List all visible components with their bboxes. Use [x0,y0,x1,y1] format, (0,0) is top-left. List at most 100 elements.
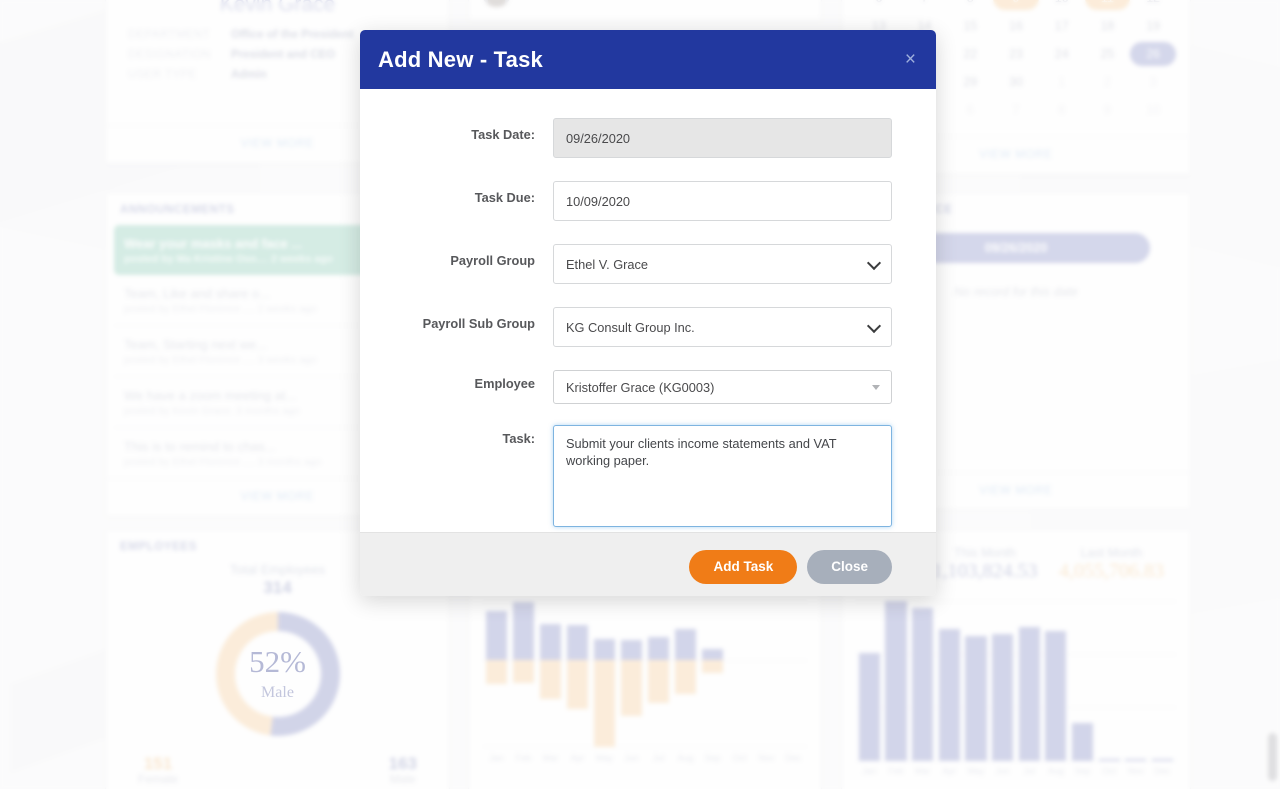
chart-x-tick-label: May [967,766,985,776]
chart-bar [858,601,880,761]
chart-x-tick-label: Mar [914,766,931,776]
chart-bar [1125,601,1147,761]
profile-field-value: Office of the President [231,29,354,41]
donut-label: Male [261,684,294,701]
right-chart-x-axis: Jan Feb Mar Apr May Jun Jul Aug Sep Oct Nov Dec [856,766,1176,776]
calendar-day[interactable]: 26 [1130,42,1176,66]
task-date-label: Task Date: [471,127,535,142]
chart-x-tick-label: Aug [677,753,694,763]
calendar-day[interactable]: 7 [993,98,1039,122]
calendar-day[interactable]: 23 [993,42,1039,66]
female-count: 151 [143,754,173,773]
close-icon[interactable]: × [903,50,918,69]
chart-x-tick-label: Oct [732,753,747,763]
chart-bar [1098,601,1120,761]
field-row-task: Task: Submit your clients income stateme… [360,425,892,532]
field-row-payroll-sub-group: Payroll Sub Group KG Consult Group Inc. [360,307,892,347]
chart-bar [885,601,907,761]
chart-x-tick-label: Nov [758,753,775,763]
chart-x-tick-label: Dec [785,753,802,763]
calendar-day[interactable]: 16 [993,14,1039,38]
center-diverging-bar-chart [483,602,807,747]
close-button[interactable]: Close [807,549,892,584]
calendar-day[interactable]: 22 [947,42,993,66]
chart-bar [965,601,987,761]
chart-bar [539,602,562,747]
chart-x-tick-label: Aug [1047,766,1064,776]
payroll-sub-group-select[interactable]: KG Consult Group Inc. [553,307,892,347]
calendar-day[interactable]: 17 [1039,14,1085,38]
task-due-input[interactable] [553,181,892,221]
chart-x-tick-label: May [595,753,613,763]
calendar-day[interactable]: 6 [947,98,993,122]
modal-title: Add New - Task [378,46,543,72]
calendar-day[interactable]: 10 [1039,0,1085,10]
profile-field-key: DEPARTMENT [128,29,211,41]
chart-bar [647,602,670,747]
field-row-task-due: Task Due: [360,181,892,221]
calendar-day[interactable]: 25 [1085,42,1131,66]
calendar-day[interactable]: 9 [1085,98,1131,122]
profile-field-value: President and CEO [231,49,336,61]
calendar-day[interactable]: 10 [1130,98,1176,122]
employee-select[interactable]: Kristoffer Grace (KG0003) [553,370,892,404]
recent-people-card: Patricia May Darbo September 24 [468,0,822,22]
add-task-button[interactable]: Add Task [689,549,798,584]
employee-gender-donut: 52% Male [120,612,435,736]
chart-bar [756,602,777,747]
chart-bar [992,601,1014,761]
chart-x-tick-label: Apr [942,766,957,776]
chart-bar [1151,601,1174,761]
chart-bar [1045,601,1067,761]
task-textarea[interactable]: Submit your clients income statements an… [553,425,892,527]
calendar-day[interactable]: 1 [1039,70,1085,94]
chart-bar [593,602,616,747]
calendar-day[interactable]: 7 [902,0,948,10]
chart-x-tick-label: Jan [862,766,877,776]
calendar-day[interactable]: 24 [1039,42,1085,66]
payroll-group-select[interactable]: Ethel V. Grace [553,244,892,284]
stat-this-month-value: 1,103,824.53 [932,560,1038,582]
calendar-day[interactable]: 18 [1085,14,1131,38]
task-label: Task: [502,431,535,446]
male-label: Male [389,772,416,786]
profile-field-value: Admin [231,69,267,81]
calendar-day[interactable]: 15 [947,14,993,38]
chart-x-tick-label: Sep [704,753,721,763]
profile-name: Kevin Grace [219,0,336,16]
chart-x-tick-label: Jul [652,753,665,763]
calendar-day[interactable]: 2 [1085,70,1131,94]
calendar-day[interactable]: 6 [856,0,902,10]
chart-x-tick-label: Oct [1102,766,1117,776]
calendar-day[interactable]: 30 [993,70,1039,94]
modal-header: Add New - Task × [360,30,936,89]
chart-x-tick-label: Jun [624,753,639,763]
chart-bar [1018,601,1040,761]
profile-field-key: USER TYPE [128,69,197,81]
calendar-day[interactable]: 12 [1130,0,1176,10]
employee-selected-value: Kristoffer Grace (KG0003) [566,379,715,395]
field-row-task-date: Task Date: [360,118,892,158]
calendar-day[interactable]: 19 [1130,14,1176,38]
calendar-day[interactable]: 29 [947,70,993,94]
male-count: 163 [388,754,417,773]
list-item[interactable]: Patricia May Darbo September 24 [469,0,821,13]
page-scrollbar-thumb[interactable] [1268,733,1277,781]
calendar-day[interactable]: 8 [1039,98,1085,122]
chart-x-tick-label: Sep [1074,766,1091,776]
calendar-day[interactable]: 11 [1084,0,1131,10]
chart-bar [783,602,804,747]
calendar-day[interactable]: 8 [947,0,993,10]
field-row-employee: Employee Kristoffer Grace (KG0003) [360,370,892,404]
chart-x-tick-label: Feb [515,753,532,763]
calendar-day[interactable]: 3 [1130,70,1176,94]
employee-label: Employee [474,376,535,391]
female-label: Female [138,772,179,786]
task-due-label: Task Due: [474,190,535,205]
chart-x-tick-label: Nov [1127,766,1144,776]
stat-last-month-label: Last Month [1080,546,1143,560]
task-date-input[interactable] [553,118,892,158]
calendar-day[interactable]: 9 [993,0,1039,10]
stat-this-month-label: This Month [954,546,1016,560]
donut-percent: 52% [249,644,306,679]
